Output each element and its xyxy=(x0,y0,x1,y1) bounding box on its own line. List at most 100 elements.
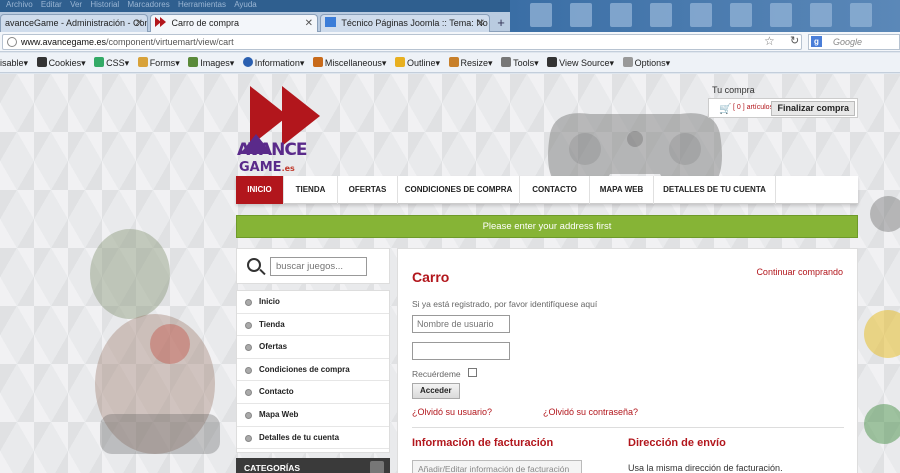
devbar-information[interactable]: Information▾ xyxy=(242,57,304,68)
browser-tab[interactable]: avanceGame - Administración - Con... ✕ xyxy=(0,14,148,32)
side-item-mapa-web[interactable]: Mapa Web xyxy=(237,404,389,427)
menu-item[interactable]: Ayuda xyxy=(234,0,257,9)
desktop-icon xyxy=(530,3,552,27)
desktop-icon xyxy=(650,3,672,27)
source-icon xyxy=(547,57,558,67)
side-item-inicio[interactable]: Inicio xyxy=(237,291,389,314)
desktop-icon xyxy=(570,3,592,27)
side-item-detalles[interactable]: Detalles de tu cuenta xyxy=(237,427,389,450)
nav-ofertas[interactable]: OFERTAS xyxy=(338,176,398,204)
checkout-button[interactable]: Finalizar compra xyxy=(771,101,855,116)
bookmark-star-icon[interactable]: ☆ xyxy=(764,34,775,48)
reload-icon[interactable]: ↻ xyxy=(790,34,799,47)
desktop-background xyxy=(510,0,900,32)
devbar-images[interactable]: Images▾ xyxy=(188,57,234,68)
devbar-label: View Source xyxy=(559,58,610,68)
devbar-label: CSS xyxy=(106,58,125,68)
tab-label: Técnico Páginas Joomla :: Tema: No ... xyxy=(341,18,490,28)
side-menu: Inicio Tienda Ofertas Condiciones de com… xyxy=(236,290,390,453)
password-field[interactable] xyxy=(412,342,510,360)
remember-checkbox[interactable] xyxy=(468,368,477,377)
menu-item[interactable]: Archivo xyxy=(6,0,33,9)
logo-line1: AVANCE xyxy=(237,140,307,160)
nav-inicio[interactable]: INICIO xyxy=(236,176,284,204)
divider xyxy=(412,427,844,428)
continue-shopping-link[interactable]: Continuar comprando xyxy=(756,267,843,277)
browser-tab-active[interactable]: Carro de compra ✕ xyxy=(150,14,318,32)
menu-item[interactable]: Marcadores xyxy=(127,0,169,9)
devbar-outline[interactable]: Outline▾ xyxy=(394,57,440,68)
tools-icon xyxy=(501,57,512,67)
menu-item[interactable]: Herramientas xyxy=(178,0,226,9)
login-button[interactable]: Acceder xyxy=(412,383,460,399)
devbar-label: Options xyxy=(634,58,666,68)
main-nav: INICIO TIENDA OFERTAS CONDICIONES DE COM… xyxy=(236,176,858,204)
devbar-label: Cookies xyxy=(48,58,82,68)
desktop-icon xyxy=(810,3,832,27)
nav-tienda[interactable]: TIENDA xyxy=(284,176,338,204)
resize-icon xyxy=(448,57,459,67)
avancegame-favicon-icon xyxy=(155,16,166,27)
same-address-text: Usa la misma dirección de facturación. xyxy=(628,463,783,473)
edit-billing-button[interactable]: Añadir/Editar información de facturación xyxy=(412,460,582,473)
forms-icon xyxy=(137,57,148,67)
globe-icon xyxy=(7,37,17,47)
categories-icon xyxy=(370,461,384,473)
devbar-disable[interactable]: isable▾ xyxy=(0,58,28,68)
forgot-username-link[interactable]: ¿Olvidó su usuario? xyxy=(412,407,492,417)
logo-line2: GAME xyxy=(239,160,282,175)
new-tab-button[interactable]: + xyxy=(492,15,510,31)
username-field[interactable] xyxy=(412,315,510,333)
devbar-view-source[interactable]: View Source▾ xyxy=(547,57,614,68)
cart-summary: 🛒 [ 0 ] artículos Finalizar compra xyxy=(708,98,858,118)
menu-item[interactable]: Historial xyxy=(90,0,119,9)
devbar-tools[interactable]: Tools▾ xyxy=(501,57,539,68)
devbar-label: Outline xyxy=(406,58,436,68)
devbar-label: Information xyxy=(254,58,300,68)
url-bar[interactable]: www.avancegame.es/component/virtuemart/v… xyxy=(2,34,802,50)
nav-detalles-cuenta[interactable]: DETALLES DE TU CUENTA xyxy=(654,176,776,204)
page-favicon-icon xyxy=(325,17,336,27)
login-hint: Si ya está registrado, por favor identif… xyxy=(412,299,598,309)
logo-wordmark-2: GAME.es xyxy=(239,160,295,175)
search-input[interactable] xyxy=(270,257,367,276)
desktop-icon xyxy=(730,3,752,27)
side-item-contacto[interactable]: Contacto xyxy=(237,381,389,404)
page-title: Carro xyxy=(412,269,450,285)
nav-condiciones[interactable]: CONDICIONES DE COMPRA xyxy=(398,176,520,204)
nav-contacto[interactable]: CONTACTO xyxy=(520,176,590,204)
menu-item[interactable]: Editar xyxy=(41,0,62,9)
devbar-misc[interactable]: Miscellaneous▾ xyxy=(312,57,386,68)
web-page: AVANCE GAME.es Tu compra 🛒 [ 0 ] artícul… xyxy=(0,74,900,473)
devbar-label: Forms xyxy=(149,58,176,68)
devbar-forms[interactable]: Forms▾ xyxy=(137,57,180,68)
close-icon[interactable]: ✕ xyxy=(305,15,313,32)
side-item-condiciones[interactable]: Condiciones de compra xyxy=(237,359,389,382)
devbar-resize[interactable]: Resize▾ xyxy=(448,57,493,68)
forgot-password-link[interactable]: ¿Olvidó su contraseña? xyxy=(543,407,638,417)
cookie-icon xyxy=(36,57,47,67)
side-item-tienda[interactable]: Tienda xyxy=(237,314,389,337)
options-icon xyxy=(622,57,633,67)
browser-tab[interactable]: Técnico Páginas Joomla :: Tema: No ... ✕ xyxy=(320,14,490,32)
side-item-ofertas[interactable]: Ofertas xyxy=(237,336,389,359)
cart-count[interactable]: [ 0 ] artículos xyxy=(733,104,773,111)
devbar-options[interactable]: Options▾ xyxy=(622,57,670,68)
character-illustration xyxy=(864,196,900,444)
cart-icon: 🛒 xyxy=(719,104,732,115)
close-icon[interactable]: ✕ xyxy=(477,15,485,32)
remember-label: Recuérdeme xyxy=(412,369,461,379)
menu-item[interactable]: Ver xyxy=(70,0,82,9)
nav-mapa-web[interactable]: MAPA WEB xyxy=(590,176,654,204)
desktop-icon xyxy=(850,3,872,27)
devbar-css[interactable]: CSS▾ xyxy=(94,57,129,68)
devbar-cookies[interactable]: Cookies▾ xyxy=(36,57,86,68)
desktop-icon xyxy=(770,3,792,27)
address-alert: Please enter your address first xyxy=(236,215,858,238)
tab-label: Carro de compra xyxy=(171,18,240,28)
mario-kart-illustration xyxy=(90,229,220,454)
browser-search-input[interactable]: g Google xyxy=(808,34,900,50)
logo-suffix: .es xyxy=(281,164,295,173)
search-icon xyxy=(247,258,261,272)
close-icon[interactable]: ✕ xyxy=(135,15,143,32)
